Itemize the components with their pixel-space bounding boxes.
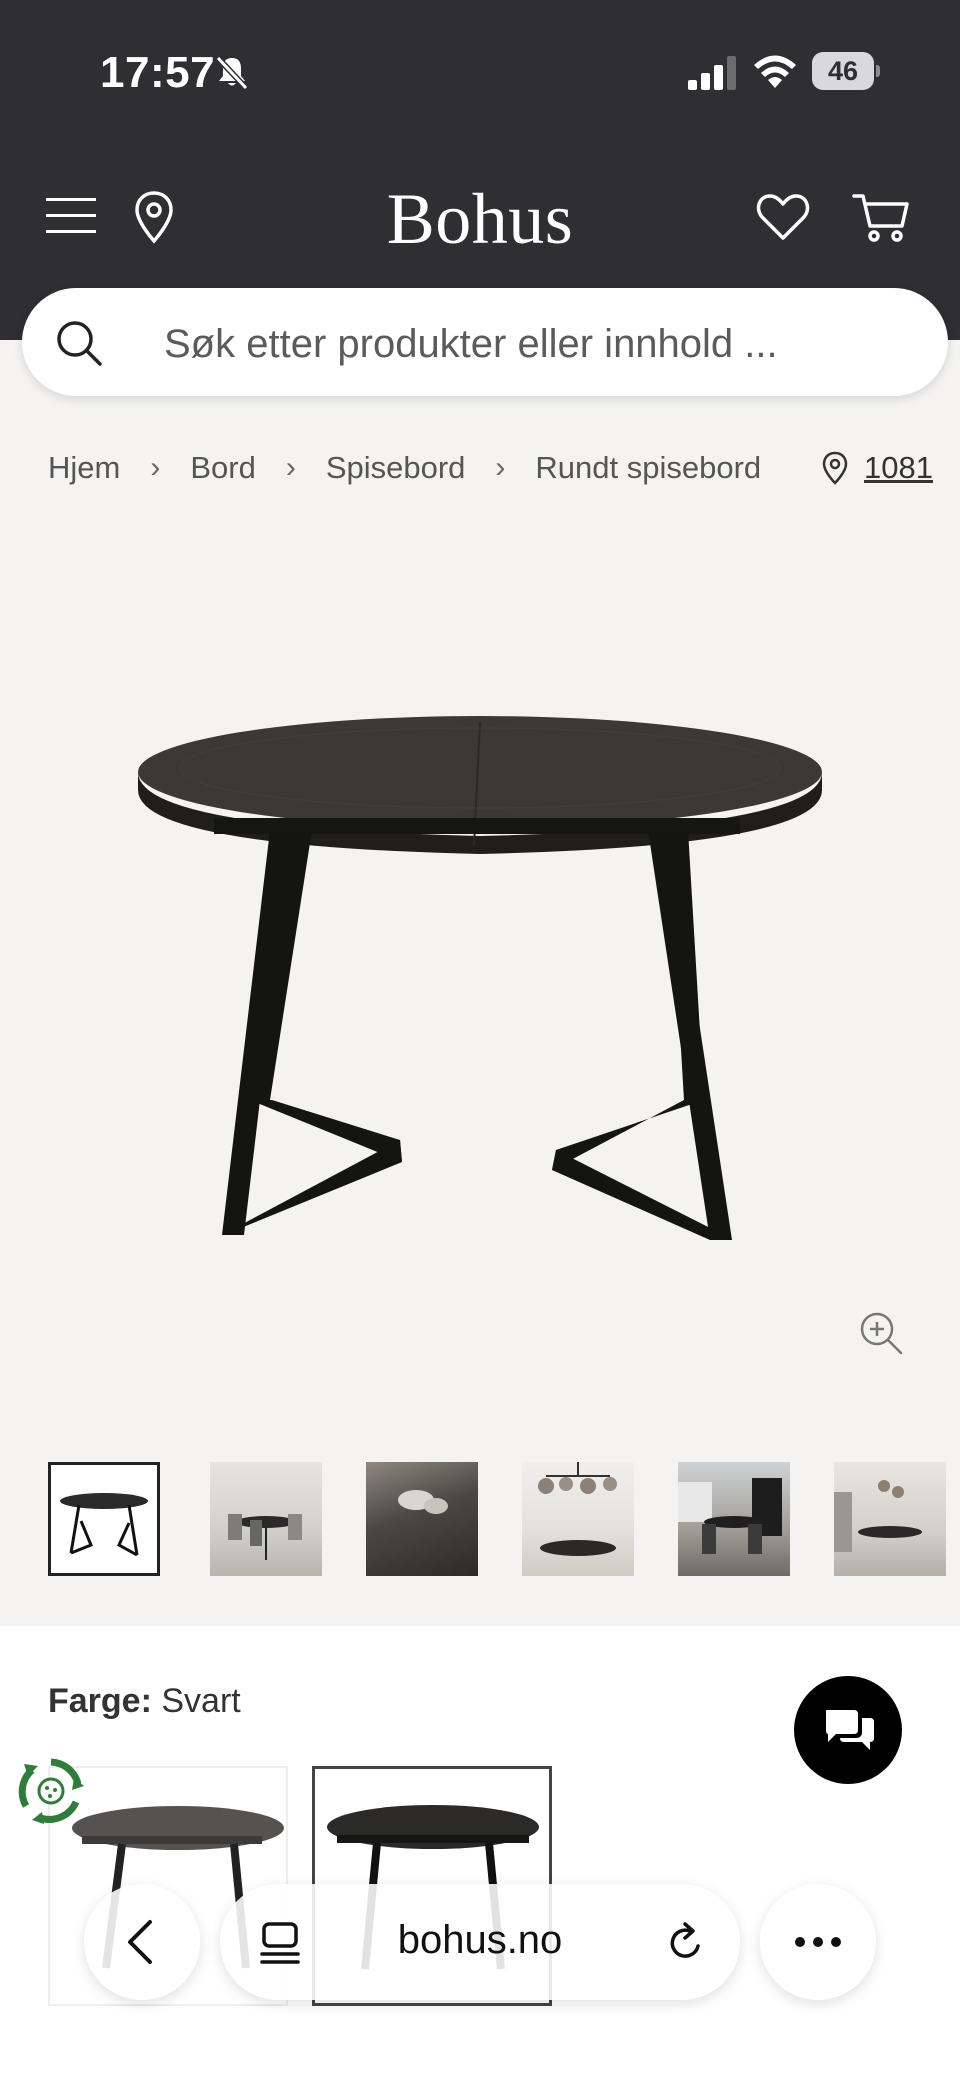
- browser-url[interactable]: bohus.no: [220, 1918, 740, 1963]
- breadcrumb-item-spisebord[interactable]: Spisebord: [326, 450, 466, 486]
- chat-bubbles-icon: [826, 1710, 874, 1750]
- chevron-left-icon: [128, 1920, 152, 1964]
- ellipsis-icon: [795, 1937, 841, 1947]
- browser-address-bar[interactable]: bohus.no: [220, 1884, 740, 2000]
- chat-button[interactable]: [794, 1676, 902, 1784]
- chevron-right-icon: ›: [495, 451, 506, 484]
- product-options-panel: Farge: Svart: [0, 1626, 960, 2081]
- battery-indicator: 46: [812, 52, 880, 90]
- chevron-right-icon: ›: [285, 451, 296, 484]
- thumbnail-dining-room-1[interactable]: [210, 1462, 322, 1576]
- battery-tip: [876, 65, 880, 77]
- battery-level: 46: [812, 52, 874, 90]
- thumbnail-dining-room-2[interactable]: [678, 1462, 790, 1576]
- zoom-in-icon[interactable]: [858, 1310, 904, 1356]
- wishlist-heart-icon[interactable]: [756, 192, 810, 242]
- thumbnail-pendant-lamp[interactable]: [522, 1462, 634, 1576]
- store-code[interactable]: 1081: [864, 450, 933, 486]
- thumbnail-dining-room-3[interactable]: [834, 1462, 946, 1576]
- browser-more-button[interactable]: [760, 1884, 876, 2000]
- shopping-cart-icon[interactable]: [852, 190, 910, 244]
- search-input[interactable]: Søk etter produkter eller innhold ...: [164, 322, 778, 367]
- store-selector-link[interactable]: 1081: [820, 446, 933, 490]
- cellular-signal-icon: [688, 56, 736, 90]
- bell-muted-icon: [215, 55, 249, 91]
- recycle-eco-badge-icon[interactable]: [16, 1756, 86, 1826]
- breadcrumb-item-rundt-spisebord[interactable]: Rundt spisebord: [535, 450, 761, 486]
- status-bar: 17:57 46: [0, 0, 960, 140]
- search-icon[interactable]: [54, 318, 104, 368]
- wifi-icon: [754, 55, 796, 88]
- thumbnail-gallery: [48, 1462, 960, 1580]
- search-bar[interactable]: Søk etter produkter eller innhold ...: [22, 288, 948, 396]
- breadcrumb-item-home[interactable]: Hjem: [48, 450, 120, 486]
- thumbnail-product[interactable]: [48, 1462, 160, 1576]
- color-option-label: Farge: Svart: [48, 1682, 241, 1721]
- color-label-value: Svart: [161, 1682, 241, 1720]
- reload-icon[interactable]: [664, 1918, 708, 1966]
- thumbnail-table-detail[interactable]: [366, 1462, 478, 1576]
- browser-back-button[interactable]: [84, 1884, 200, 2000]
- breadcrumb-item-bord[interactable]: Bord: [190, 450, 255, 486]
- breadcrumb: Hjem › Bord › Spisebord › Rundt spisebor…: [48, 446, 761, 490]
- site-logo[interactable]: Bohus: [0, 178, 960, 261]
- chevron-right-icon: ›: [150, 451, 161, 484]
- status-time: 17:57: [100, 48, 216, 97]
- location-pin-icon: [822, 451, 848, 485]
- product-main-image[interactable]: [0, 650, 960, 1270]
- color-label-key: Farge:: [48, 1682, 152, 1720]
